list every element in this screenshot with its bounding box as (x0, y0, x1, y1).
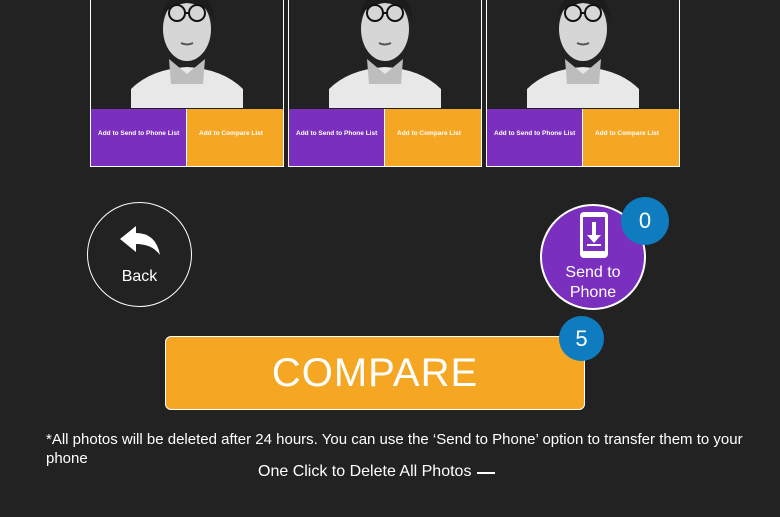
add-to-compare-list-button[interactable]: Add to Compare List (187, 109, 283, 166)
photo-actions: Add to Send to Phone List Add to Compare… (91, 109, 283, 166)
add-to-send-list-button[interactable]: Add to Send to Phone List (91, 109, 187, 166)
add-to-send-list-button[interactable]: Add to Send to Phone List (289, 109, 385, 166)
add-to-send-list-button[interactable]: Add to Send to Phone List (487, 109, 583, 166)
photo-actions: Add to Send to Phone List Add to Compare… (487, 109, 679, 166)
back-label: Back (121, 268, 158, 285)
photo-card: Add to Send to Phone List Add to Compare… (486, 0, 680, 167)
send-count-badge: 0 (621, 197, 669, 245)
photo-thumbnail[interactable] (91, 0, 283, 108)
compare-count-badge: 5 (559, 316, 604, 361)
add-to-compare-list-button[interactable]: Add to Compare List (583, 109, 679, 166)
compare-button[interactable]: COMPARE (165, 336, 585, 410)
add-to-compare-list-button[interactable]: Add to Compare List (385, 109, 481, 166)
reply-arrow-icon (120, 226, 160, 255)
photo-thumbnail[interactable] (487, 0, 679, 108)
photo-card: Add to Send to Phone List Add to Compare… (90, 0, 284, 167)
delete-all-photos-link[interactable]: One Click to Delete All Photos (258, 462, 496, 482)
phone-download-icon (580, 212, 608, 258)
send-to-phone-label: Send to Phone (565, 264, 621, 301)
app-screen: Add to Send to Phone List Add to Compare… (0, 0, 780, 517)
photo-card: Add to Send to Phone List Add to Compare… (288, 0, 482, 167)
back-button[interactable]: Back (87, 202, 192, 307)
photo-actions: Add to Send to Phone List Add to Compare… (289, 109, 481, 166)
photo-thumbnail[interactable] (289, 0, 481, 108)
dash-icon (477, 472, 496, 474)
delete-all-label: One Click to Delete All Photos (258, 463, 472, 480)
